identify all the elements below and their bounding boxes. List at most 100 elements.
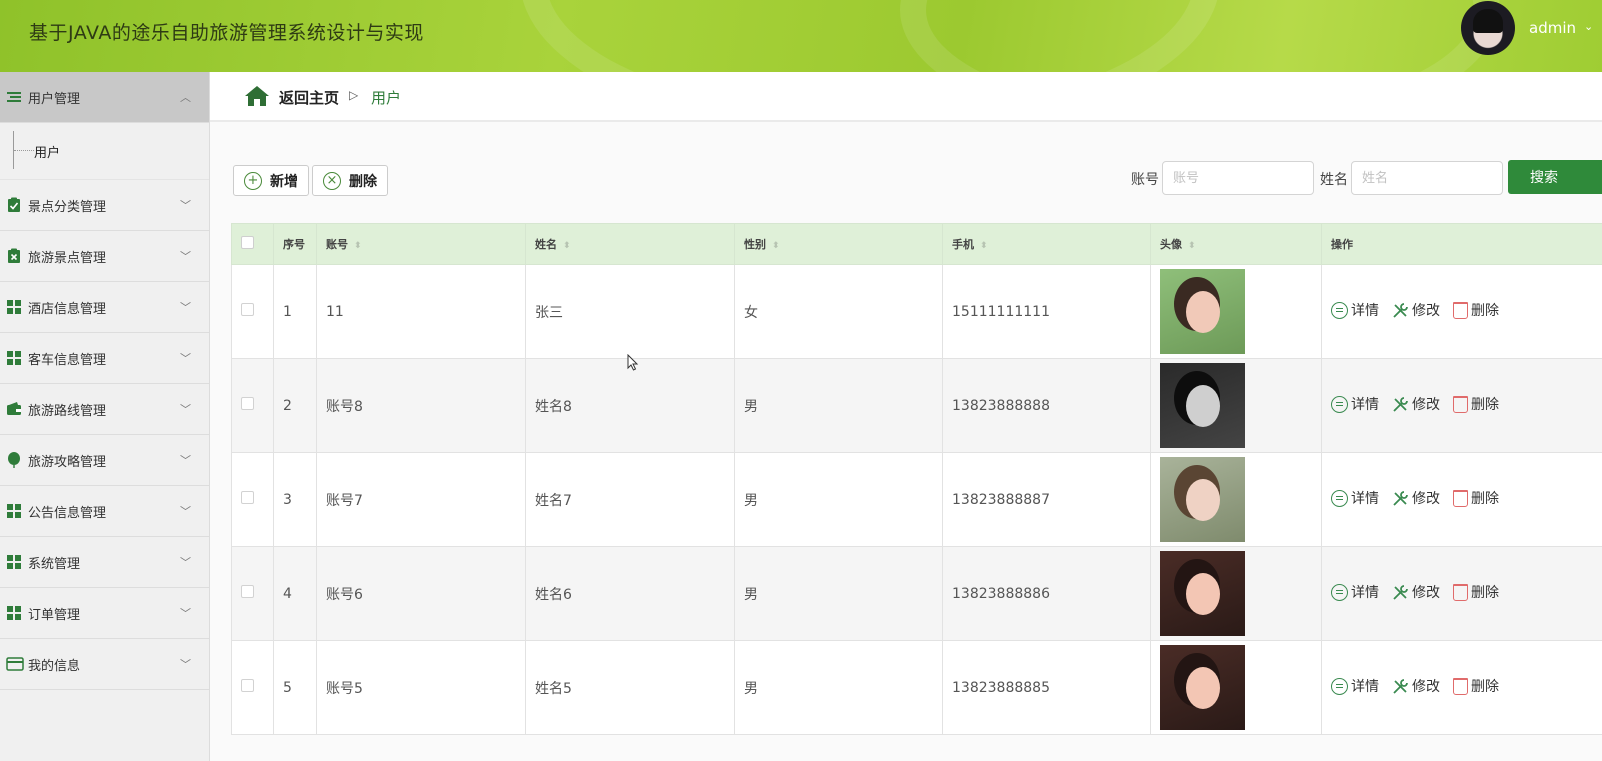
select-all-checkbox[interactable] [241,236,254,249]
sidebar-item-scenic-category[interactable]: 景点分类管理 ﹀ [0,180,209,231]
delete-row-button[interactable]: 删除 [1453,300,1499,320]
home-icon[interactable] [244,85,270,111]
cell-phone: 13823888886 [942,546,1151,641]
delete-row-button[interactable]: 删除 [1453,488,1499,508]
column-header-account[interactable]: 账号 ⬍ [316,223,526,265]
wrench-icon [1392,678,1409,695]
cell-index: 4 [273,546,317,641]
sidebar-item-label: 系统管理 [28,556,81,572]
column-header-avatar[interactable]: 头像 ⬍ [1150,223,1322,265]
grid-icon [6,503,22,519]
user-table: 序号 账号 ⬍ 姓名 ⬍ 性别 ⬍ 手机 ⬍ 头像 ⬍ 操作 1 11 张三女 15111111… [231,223,1602,735]
delete-row-button[interactable]: 删除 [1453,582,1499,602]
app-title: 基于JAVA的途乐自助旅游管理系统设计与实现 [29,22,424,44]
sidebar-subitem-user[interactable]: 用户 [0,123,209,180]
table-row: 5 账号5 姓名5 男 13823888885 详情 修改 删除 [231,640,1602,735]
cell-avatar [1150,640,1322,735]
row-select-cell[interactable] [231,640,274,735]
name-search-input[interactable] [1351,161,1503,195]
sort-icon[interactable]: ⬍ [772,241,780,251]
row-select-cell[interactable] [231,452,274,547]
delete-button[interactable]: × 删除 [312,165,388,196]
avatar-thumbnail[interactable] [1160,551,1245,636]
trash-icon [1453,489,1468,507]
edit-button[interactable]: 修改 [1392,676,1440,696]
sidebar-item-my-info[interactable]: 我的信息 ﹀ [0,639,209,690]
detail-button[interactable]: 详情 [1331,300,1379,320]
card-icon [6,656,24,672]
cell-name: 姓名5 [525,640,735,735]
cell-name: 姓名7 [525,452,735,547]
delete-row-button[interactable]: 删除 [1453,394,1499,414]
avatar-thumbnail[interactable] [1160,457,1245,542]
sidebar-item-bus[interactable]: 客车信息管理 ﹀ [0,333,209,384]
sidebar-item-label: 订单管理 [28,607,81,623]
sidebar-item-scenic-spots[interactable]: 旅游景点管理 ﹀ [0,231,209,282]
table-row: 4 账号6 姓名6 男 13823888886 详情 修改 删除 [231,546,1602,641]
row-select-cell[interactable] [231,358,274,453]
sort-icon[interactable]: ⬍ [354,241,362,251]
list-icon [6,89,22,105]
header-decoration [900,0,1500,72]
sidebar-item-system[interactable]: 系统管理 ﹀ [0,537,209,588]
column-header-index: 序号 [273,223,317,265]
account-search-input[interactable] [1162,161,1314,195]
main-content: 返回主页 ▷ 用户 + 新增 × 删除 账号 姓名 搜索 序号 账号⬍ 姓名⬍ [210,72,1602,761]
cell-name: 姓名8 [525,358,735,453]
row-checkbox[interactable] [241,585,254,598]
sidebar-item-guide[interactable]: 旅游攻略管理 ﹀ [0,435,209,486]
row-checkbox[interactable] [241,491,254,504]
edit-button[interactable]: 修改 [1392,488,1440,508]
row-checkbox[interactable] [241,397,254,410]
user-avatar[interactable] [1461,1,1515,55]
detail-button[interactable]: 详情 [1331,676,1379,696]
sort-icon[interactable]: ⬍ [980,241,988,251]
avatar-thumbnail[interactable] [1160,645,1245,730]
sidebar-item-hotel[interactable]: 酒店信息管理 ﹀ [0,282,209,333]
cell-avatar [1150,546,1322,641]
row-checkbox[interactable] [241,303,254,316]
chevron-down-icon: ﹀ [180,505,191,518]
detail-button[interactable]: 详情 [1331,582,1379,602]
sidebar-item-label: 旅游攻略管理 [28,454,107,470]
sidebar-item-user-management[interactable]: 用户管理 ︿ [0,72,209,123]
sidebar-item-route[interactable]: 旅游路线管理 ﹀ [0,384,209,435]
select-all-cell[interactable] [231,223,274,265]
avatar-thumbnail[interactable] [1160,363,1245,448]
sort-icon[interactable]: ⬍ [1188,241,1196,251]
cell-name: 姓名6 [525,546,735,641]
detail-button[interactable]: 详情 [1331,394,1379,414]
username-dropdown[interactable]: admin [1529,19,1576,37]
row-select-cell[interactable] [231,546,274,641]
detail-button[interactable]: 详情 [1331,488,1379,508]
edit-button[interactable]: 修改 [1392,394,1440,414]
delete-row-button[interactable]: 删除 [1453,676,1499,696]
row-checkbox[interactable] [241,679,254,692]
cell-actions: 详情 修改 删除 [1321,640,1602,735]
sidebar: 用户管理 ︿ 用户 景点分类管理 ﹀ 旅游景点管理 ﹀ 酒店信息管理 ﹀ 客车信… [0,72,210,761]
sidebar-subitem-label: 用户 [34,146,61,161]
column-header-name[interactable]: 姓名 ⬍ [525,223,735,265]
detail-icon [1331,395,1348,413]
column-header-phone[interactable]: 手机 ⬍ [942,223,1151,265]
sidebar-item-notice[interactable]: 公告信息管理 ﹀ [0,486,209,537]
cell-actions: 详情 修改 删除 [1321,264,1602,359]
add-button[interactable]: + 新增 [233,165,309,196]
sidebar-item-label: 用户管理 [28,91,81,107]
sidebar-item-orders[interactable]: 订单管理 ﹀ [0,588,209,639]
sidebar-item-label: 我的信息 [28,658,81,674]
cell-gender: 女 [734,264,943,359]
edit-button[interactable]: 修改 [1392,300,1440,320]
plus-circle-icon: + [244,171,262,190]
breadcrumb-home-link[interactable]: 返回主页 [279,87,339,108]
edit-button[interactable]: 修改 [1392,582,1440,602]
cell-index: 1 [273,264,317,359]
avatar-thumbnail[interactable] [1160,269,1245,354]
row-select-cell[interactable] [231,264,274,359]
column-header-gender[interactable]: 性别 ⬍ [734,223,943,265]
search-button[interactable]: 搜索 [1508,160,1602,194]
cell-index: 5 [273,640,317,735]
chevron-down-icon[interactable]: ⌄ [1584,20,1593,33]
cell-account: 账号5 [316,640,526,735]
sort-icon[interactable]: ⬍ [563,241,571,251]
